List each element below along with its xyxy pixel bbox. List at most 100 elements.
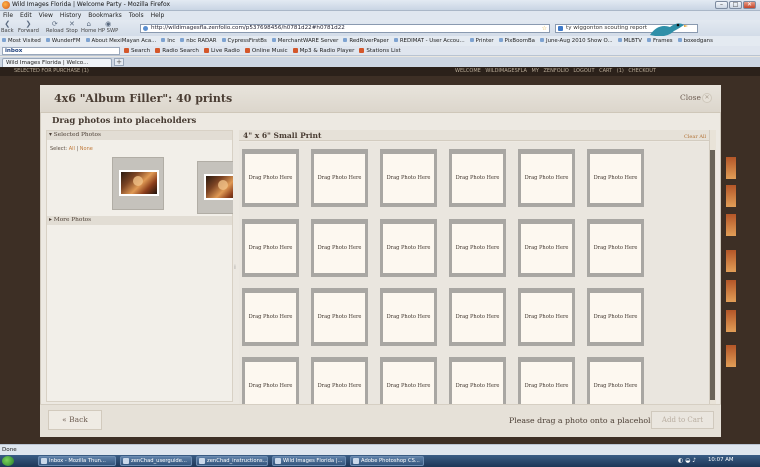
photo-placeholder[interactable]: Drag Photo Here [449, 219, 506, 277]
photo-placeholder[interactable]: Drag Photo Here [518, 149, 575, 207]
toolbar-stations-list[interactable]: Stations List [359, 48, 400, 54]
bookmark-item[interactable]: CypressFirstBs [222, 38, 267, 44]
photo-placeholder[interactable]: Drag Photo Here [380, 149, 437, 207]
toolbar-mp3-player[interactable]: Mp3 & Radio Player [293, 48, 355, 54]
photo-placeholder[interactable]: Drag Photo Here [518, 357, 575, 404]
placeholder-label: Drag Photo Here [590, 362, 641, 404]
menu-bookmarks[interactable]: Bookmarks [88, 12, 122, 19]
photo-placeholder[interactable]: Drag Photo Here [587, 357, 644, 404]
back-button[interactable]: ❮ Back [1, 20, 14, 35]
photo-placeholder[interactable]: Drag Photo Here [242, 219, 299, 277]
back-button[interactable]: « Back [48, 410, 102, 430]
selected-for-purchase[interactable]: SELECTED FOR PURCHASE (1) [14, 67, 89, 76]
select-all-link[interactable]: All [69, 146, 75, 152]
close-icon[interactable]: ✕ [702, 93, 712, 103]
bookmark-item[interactable]: REDIMAT - User Accou... [394, 38, 465, 44]
selected-photos-header[interactable]: ▾ Selected Photos [47, 131, 232, 140]
photo-placeholder[interactable]: Drag Photo Here [449, 288, 506, 346]
placeholder-label: Drag Photo Here [452, 154, 503, 203]
hp-swp-button[interactable]: ◉ HP SWP [98, 21, 118, 35]
start-button[interactable] [2, 456, 14, 466]
bookmark-item[interactable]: MerchantWARE Server [272, 38, 339, 44]
navigation-toolbar: ❮ Back ❯ Forward ⟳ Reload ✕ Stop ⌂ Home ◉ HP S… [0, 20, 760, 36]
photo-placeholder[interactable]: Drag Photo Here [449, 149, 506, 207]
add-to-cart-button[interactable]: Add to Cart [651, 411, 714, 429]
bookmark-item[interactable]: Frames [647, 38, 673, 44]
tab-wild-images[interactable]: Wild Images Florida | Welco... [2, 58, 112, 67]
photo-placeholder[interactable]: Drag Photo Here [587, 288, 644, 346]
photo-image [119, 170, 159, 196]
taskbar-item[interactable]: zenChad_instructions... [196, 456, 268, 466]
bookmark-item[interactable]: boxedgans [678, 38, 713, 44]
photo-placeholder[interactable]: Drag Photo Here [311, 357, 368, 404]
bookmark-item[interactable]: About MexiMayan Aca... [86, 38, 157, 44]
photo-placeholder[interactable]: Drag Photo Here [380, 288, 437, 346]
toolbar-search[interactable]: Search [124, 48, 150, 54]
menu-help[interactable]: Help [151, 12, 165, 19]
bookmark-item[interactable]: PixBoomBa [499, 38, 535, 44]
close-window-button[interactable]: ✕ [743, 1, 756, 9]
menu-file[interactable]: File [3, 12, 13, 19]
photo-placeholder[interactable]: Drag Photo Here [518, 219, 575, 277]
placeholder-label: Drag Photo Here [245, 362, 296, 404]
reload-button[interactable]: ⟳ Reload [46, 21, 64, 35]
bookmark-item[interactable]: Most Visited [2, 38, 41, 44]
photo-placeholder[interactable]: Drag Photo Here [380, 357, 437, 404]
menu-history[interactable]: History [60, 12, 81, 19]
photo-placeholder[interactable]: Drag Photo Here [380, 219, 437, 277]
side-thumbnail [726, 345, 736, 367]
photo-placeholder[interactable]: Drag Photo Here [242, 357, 299, 404]
bookmark-item[interactable]: June-Aug 2010 Show O... [540, 38, 613, 44]
selected-photo-thumbnail[interactable] [112, 157, 164, 210]
bookmark-item[interactable]: Printer [470, 38, 494, 44]
photo-placeholder[interactable]: Drag Photo Here [311, 149, 368, 207]
photo-placeholder[interactable]: Drag Photo Here [311, 288, 368, 346]
clear-all-link[interactable]: Clear All [684, 134, 706, 140]
maximize-button[interactable]: □ [729, 1, 742, 9]
bookmark-item[interactable]: RedRiverPaper [343, 38, 388, 44]
photo-placeholder[interactable]: Drag Photo Here [242, 149, 299, 207]
firefox-icon [2, 1, 10, 9]
new-tab-button[interactable]: + [114, 58, 124, 66]
system-tray-icons[interactable]: ◐ ◒ ♪ [678, 457, 696, 464]
close-dialog-link[interactable]: Close [680, 93, 701, 102]
photo-placeholder[interactable]: Drag Photo Here [587, 219, 644, 277]
bookmark-item[interactable]: Inc [161, 38, 175, 44]
toolbar-online-music[interactable]: Online Music [245, 48, 288, 54]
forward-button[interactable]: ❯ Forward [18, 21, 39, 35]
minimize-button[interactable]: – [715, 1, 728, 9]
taskbar-item[interactable]: Adobe Photoshop CS... [350, 456, 424, 466]
taskbar-item[interactable]: Wild Images Florida |... [272, 456, 346, 466]
bookmark-star-icon[interactable]: ☆ [542, 25, 547, 32]
taskbar-item[interactable]: Inbox - Mozilla Thun... [38, 456, 116, 466]
menu-tools[interactable]: Tools [129, 12, 144, 19]
site-account-links[interactable]: WELCOME WILDIMAGESFLA MY ZENFOLIO LOGOUT… [455, 67, 656, 76]
placeholder-label: Drag Photo Here [245, 293, 296, 342]
toolbar-live-radio[interactable]: Live Radio [204, 48, 240, 54]
url-input[interactable]: http://wildimagesfla.zenfolio.com/p53769… [140, 24, 550, 33]
placeholder-label: Drag Photo Here [383, 224, 434, 273]
back-arrow-icon: ❮ [4, 20, 11, 28]
select-none-link[interactable]: None [80, 146, 93, 152]
photo-placeholder[interactable]: Drag Photo Here [449, 357, 506, 404]
stop-button[interactable]: ✕ Stop [66, 21, 78, 35]
inbox-dropdown[interactable]: inbox [2, 47, 120, 55]
side-thumbnail [726, 250, 736, 272]
home-button[interactable]: ⌂ Home [81, 21, 96, 35]
photo-placeholder[interactable]: Drag Photo Here [311, 219, 368, 277]
bookmark-item[interactable]: nbc RADAR [180, 38, 216, 44]
menu-edit[interactable]: Edit [20, 12, 32, 19]
bookmark-item[interactable]: MLBTV [618, 38, 642, 44]
bookmark-item[interactable]: WunderFM [46, 38, 81, 44]
taskbar-item[interactable]: zenChad_userguide... [120, 456, 192, 466]
photo-placeholder[interactable]: Drag Photo Here [242, 288, 299, 346]
photo-placeholder[interactable]: Drag Photo Here [518, 288, 575, 346]
more-photos-header[interactable]: ▸ More Photos [47, 216, 232, 225]
menu-view[interactable]: View [39, 12, 53, 19]
window-titlebar: Wild Images Florida | Welcome Party - Mo… [0, 0, 760, 11]
dialog-subheading: Drag photos into placeholders [52, 116, 197, 126]
scrollbar-thumb[interactable] [710, 150, 715, 400]
toolbar-radio-search[interactable]: Radio Search [155, 48, 199, 54]
photo-placeholder[interactable]: Drag Photo Here [587, 149, 644, 207]
placeholder-label: Drag Photo Here [521, 293, 572, 342]
